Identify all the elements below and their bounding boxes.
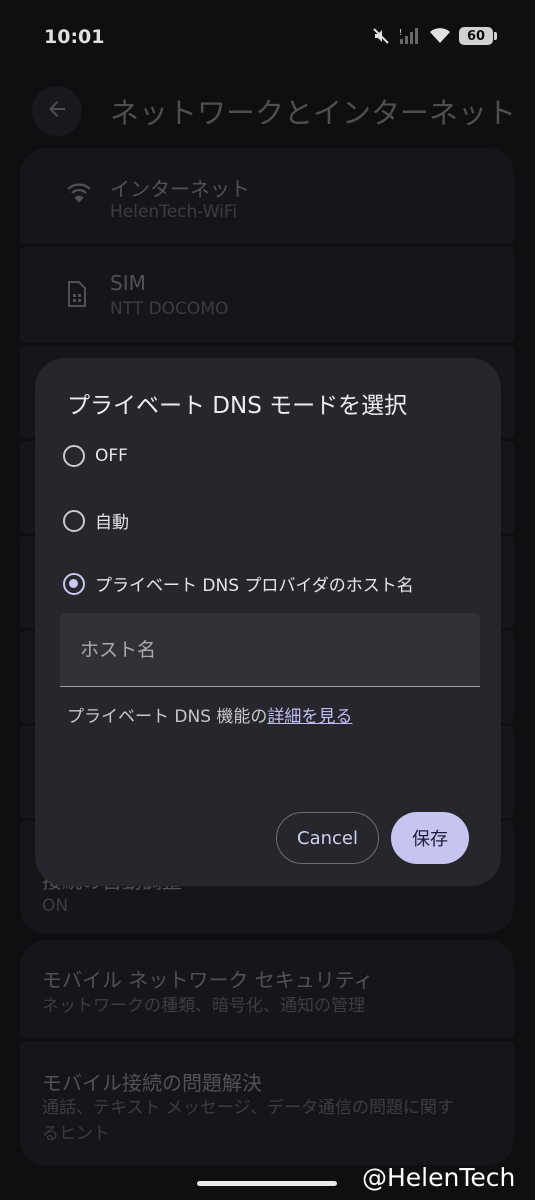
radio-label: プライベート DNS プロバイダのホスト名: [95, 576, 414, 596]
help-text-prefix: プライベート DNS 機能の: [67, 707, 268, 727]
hostname-field[interactable]: [60, 613, 480, 687]
radio-label: OFF: [95, 446, 128, 466]
radio-label: 自動: [95, 513, 129, 533]
settings-screen: 10:01 ! 60 ネットワークとインターネット インターネット HelenT…: [0, 0, 535, 1200]
radio-button[interactable]: [63, 509, 85, 532]
hostname-input[interactable]: [60, 613, 480, 686]
dialog-title: プライベート DNS モードを選択: [67, 393, 408, 419]
radio-button[interactable]: [63, 445, 85, 467]
home-indicator[interactable]: [197, 1181, 337, 1186]
learn-more-link[interactable]: 詳細を見る: [267, 707, 352, 727]
radio-button-selected[interactable]: [63, 572, 85, 595]
save-button[interactable]: 保存: [391, 812, 469, 864]
cancel-button[interactable]: Cancel: [276, 812, 379, 864]
private-dns-dialog: プライベート DNS モードを選択 OFF 自動 プライベート DNS プロバイ…: [35, 358, 501, 886]
radio-option-off[interactable]: OFF: [63, 445, 128, 467]
radio-option-auto[interactable]: 自動: [63, 508, 129, 533]
radio-option-hostname[interactable]: プライベート DNS プロバイダのホスト名: [63, 571, 414, 596]
help-text: プライベート DNS 機能の詳細を見る: [67, 702, 352, 727]
watermark: @HelenTech: [362, 1163, 516, 1192]
